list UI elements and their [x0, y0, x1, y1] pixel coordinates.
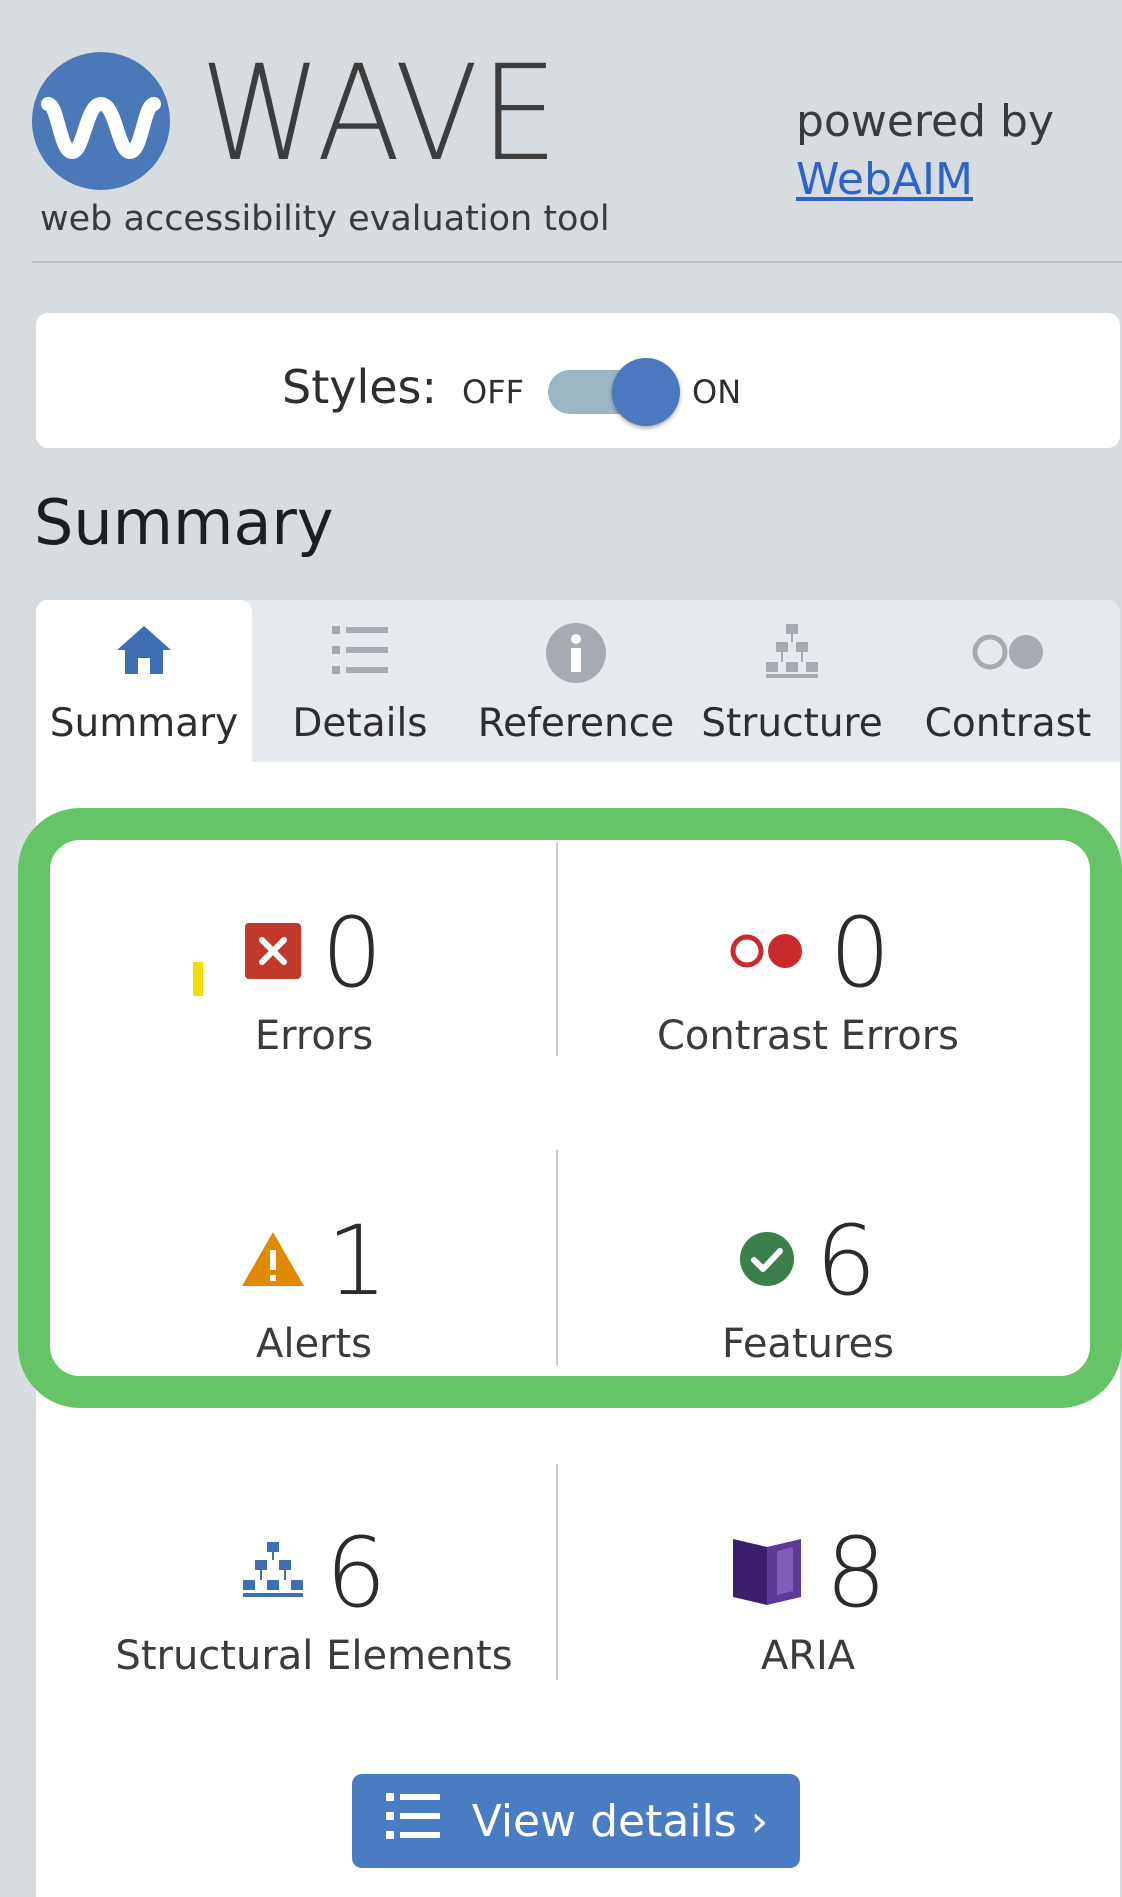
view-details-button[interactable]: View details › [352, 1774, 800, 1868]
app-tagline: web accessibility evaluation tool [40, 199, 610, 239]
aria-stat[interactable]: 8 ARIA [558, 1518, 1058, 1676]
page-title: Summary [34, 486, 334, 559]
contrast-errors-count: 0 [829, 897, 891, 1009]
structural-elements-stat[interactable]: 6 Structural Elements [64, 1518, 564, 1676]
tab-summary[interactable]: Summary [36, 600, 252, 762]
tab-summary-label: Summary [49, 701, 239, 746]
aria-count: 8 [825, 1517, 887, 1629]
tab-structure[interactable]: Structure [684, 600, 900, 762]
styles-label: Styles: [282, 360, 438, 414]
contrast-errors-label: Contrast Errors [657, 1013, 959, 1059]
alert-icon [240, 1230, 306, 1292]
info-icon [545, 622, 607, 688]
structure-icon [241, 1540, 305, 1606]
structural-label: Structural Elements [115, 1633, 513, 1679]
styles-off-label: OFF [462, 373, 524, 411]
error-icon [245, 923, 302, 983]
styles-toggle-knob[interactable] [612, 358, 680, 426]
contrast-errors-stat[interactable]: 0 Contrast Errors [558, 898, 1058, 1056]
alerts-label: Alerts [255, 1321, 373, 1367]
structure-icon [764, 622, 820, 686]
list-icon [330, 622, 390, 682]
features-label: Features [722, 1321, 894, 1367]
aria-label: ARIA [760, 1633, 856, 1679]
home-icon [113, 622, 175, 682]
errors-stat[interactable]: 0 Errors [64, 898, 564, 1056]
wave-sidebar: WAVE web accessibility evaluation tool p… [0, 0, 1122, 1897]
tab-reference-label: Reference [477, 701, 675, 746]
tab-structure-label: Structure [701, 701, 883, 746]
header-divider [32, 261, 1122, 263]
errors-count: 0 [321, 897, 383, 1009]
aria-icon [729, 1535, 805, 1611]
tab-contrast-label: Contrast [924, 701, 1092, 746]
alerts-stat[interactable]: 1 Alerts [64, 1206, 564, 1364]
alerts-count: 1 [326, 1205, 388, 1317]
view-details-label: View details › [471, 1795, 769, 1847]
tab-details[interactable]: Details [252, 600, 468, 762]
structural-count: 6 [325, 1517, 387, 1629]
app-title: WAVE [200, 37, 560, 191]
errors-label: Errors [254, 1013, 374, 1059]
contrast-error-icon [725, 927, 809, 979]
webaim-link[interactable]: WebAIM [796, 155, 973, 204]
feature-check-icon [739, 1231, 795, 1291]
contrast-icon [968, 622, 1048, 686]
tab-contrast[interactable]: Contrast [900, 600, 1116, 762]
list-icon [384, 1791, 442, 1852]
tab-reference[interactable]: Reference [468, 600, 684, 762]
powered-by-text: powered by [796, 96, 1054, 147]
tab-details-label: Details [292, 701, 428, 746]
wave-logo [32, 52, 170, 190]
styles-on-label: ON [692, 373, 742, 411]
features-stat[interactable]: 6 Features [558, 1206, 1058, 1364]
features-count: 6 [815, 1205, 877, 1317]
